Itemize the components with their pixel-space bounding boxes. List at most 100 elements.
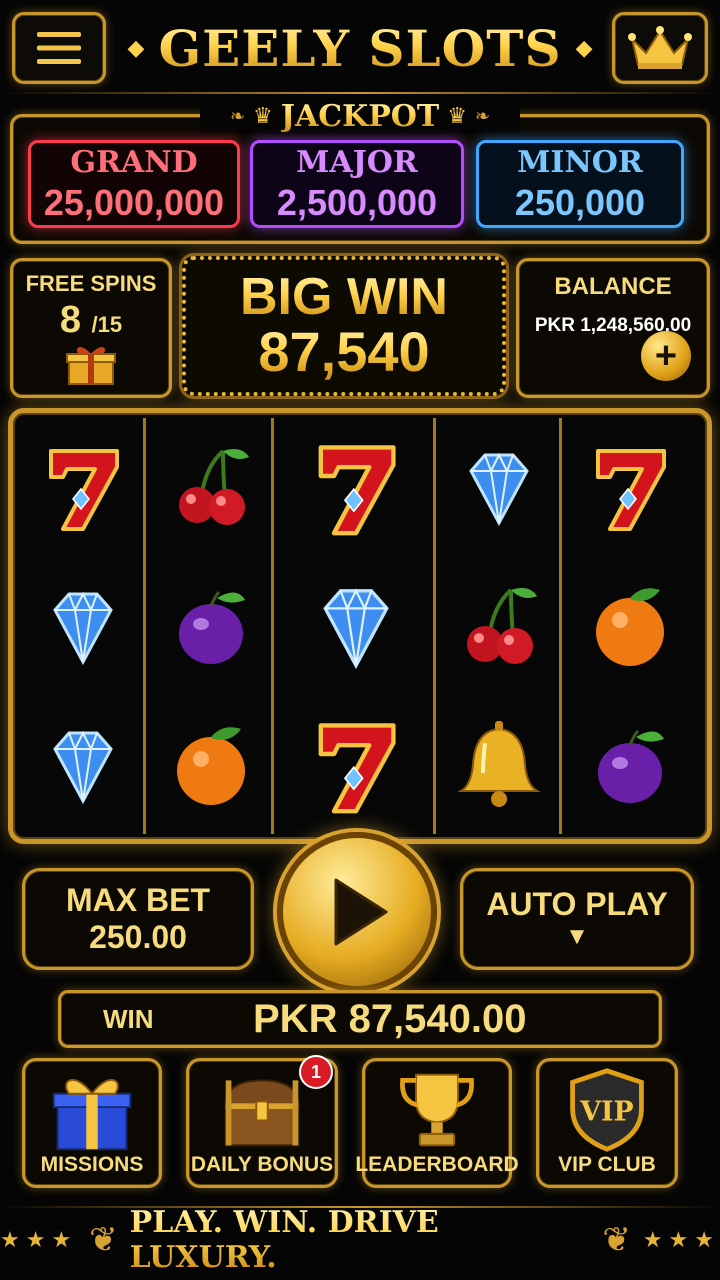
jackpot-grand-name: GRAND	[70, 144, 198, 180]
reel-symbol-seven	[28, 427, 138, 547]
reel-symbol-orange	[575, 566, 685, 686]
max-bet-label: MAX BET	[66, 882, 210, 919]
jackpot-major: MAJOR 2,500,000	[250, 140, 464, 228]
auto-play-button[interactable]: AUTO PLAY ▼	[460, 868, 694, 970]
jackpot-label: JACKPOT	[280, 98, 440, 134]
reel-symbol-plum	[156, 566, 266, 686]
crown-small-icon: ♛	[447, 103, 467, 128]
sparkle-icon: ◆	[127, 35, 145, 60]
reel-1	[22, 418, 146, 834]
dropdown-arrow-icon: ▼	[565, 923, 589, 951]
nav-leaderboard[interactable]: LEADERBOARD	[355, 1058, 519, 1188]
jackpot-major-value: 2,500,000	[276, 181, 438, 223]
auto-play-label: AUTO PLAY	[486, 886, 668, 923]
free-spins-count: 8	[59, 299, 81, 341]
jackpot-minor: MINOR 250,000	[476, 140, 684, 228]
trophy-icon	[400, 1073, 474, 1147]
orange-icon	[176, 726, 245, 805]
footer-tagline-bar: ★★★ ❦ PLAY. WIN. DRIVE LUXURY. ❦ ★★★	[0, 1205, 720, 1275]
sparkle-icon: ◆	[575, 35, 593, 60]
max-bet-value: 250.00	[89, 919, 187, 955]
seven-icon	[318, 722, 396, 814]
bell-icon	[456, 720, 541, 807]
nav-label: MISSIONS	[40, 1153, 144, 1176]
jackpot-grand: GRAND 25,000,000	[28, 140, 240, 228]
crown-small-icon: ♛	[253, 103, 273, 128]
treasure-chest-icon	[224, 1079, 300, 1147]
seven-icon	[318, 445, 396, 536]
balance-panel: BALANCE PKR 1,248,560.00 +	[516, 258, 710, 398]
reel-symbol-seven	[301, 427, 411, 547]
win-value: PKR 87,540.00	[253, 996, 527, 1041]
spin-button[interactable]	[277, 832, 437, 992]
crown-icon	[628, 26, 692, 69]
reel-symbol-diamond	[28, 705, 138, 825]
app-title: GEELY SLOTS	[158, 18, 562, 78]
reel-symbol-bell	[444, 705, 554, 825]
diamond-icon	[52, 591, 113, 666]
orange-icon	[596, 588, 664, 666]
gift-icon	[66, 347, 116, 385]
stars-icon: ★★★	[0, 1227, 78, 1252]
nav-missions[interactable]: MISSIONS	[22, 1058, 162, 1188]
play-icon	[334, 878, 388, 946]
cherry-icon	[466, 587, 537, 664]
plum-icon	[178, 590, 245, 664]
footer-tagline: PLAY. WIN. DRIVE LUXURY.	[130, 1205, 591, 1275]
notification-badge: 1	[299, 1055, 333, 1089]
menu-button[interactable]	[12, 12, 106, 84]
vip-shield-icon: VIP	[570, 1068, 644, 1152]
big-win-amount: 87,540	[258, 319, 430, 383]
reel-3	[278, 418, 436, 834]
big-win-label: BIG WIN	[240, 267, 448, 326]
seven-icon	[596, 449, 666, 532]
laurel-left-icon: ❦	[89, 1221, 118, 1259]
header-divider	[0, 92, 720, 94]
free-spins-panel: FREE SPINS 8 /15	[10, 258, 172, 398]
seven-icon	[48, 449, 119, 532]
laurel-left-icon: ❧	[229, 105, 246, 126]
nav-label: DAILY BONUS	[190, 1153, 334, 1176]
vip-shield-text: VIP	[579, 1097, 633, 1128]
reel-symbol-diamond	[444, 427, 554, 547]
stars-icon: ★★★	[642, 1227, 720, 1252]
balance-label: BALANCE	[554, 273, 672, 300]
plum-icon	[598, 729, 664, 803]
laurel-right-icon: ❧	[474, 105, 491, 126]
jackpot-grand-value: 25,000,000	[43, 181, 225, 223]
reel-4	[438, 418, 562, 834]
nav-label: LEADERBOARD	[355, 1153, 519, 1176]
win-label: WIN	[103, 1003, 154, 1034]
reel-symbol-seven	[301, 705, 411, 825]
diamond-icon	[468, 453, 529, 527]
add-funds-button[interactable]: +	[641, 331, 691, 381]
max-bet-button[interactable]: MAX BET 250.00	[22, 868, 254, 970]
hamburger-menu-icon	[37, 32, 81, 64]
cherry-icon	[178, 449, 249, 526]
reel-5	[566, 418, 694, 834]
jackpot-minor-name: MINOR	[517, 144, 643, 180]
nav-vip-club[interactable]: VIP VIP CLUB	[536, 1058, 678, 1188]
reel-symbol-cherry	[156, 427, 266, 547]
jackpot-minor-value: 250,000	[514, 181, 646, 223]
vip-crown-button[interactable]	[612, 12, 708, 84]
big-win-banner: BIG WIN 87,540	[182, 256, 506, 396]
laurel-right-icon: ❦	[602, 1221, 631, 1259]
nav-label: VIP CLUB	[558, 1153, 656, 1176]
reel-symbol-diamond	[28, 566, 138, 686]
jackpot-header: ❧ ♛ JACKPOT ♛ ❧	[200, 98, 520, 134]
reel-2	[150, 418, 274, 834]
diamond-icon	[322, 588, 389, 670]
diamond-icon	[52, 730, 113, 804]
gift-box-icon	[52, 1079, 132, 1151]
reel-symbol-orange	[156, 705, 266, 825]
reel-symbol-plum	[575, 705, 685, 825]
reel-symbol-diamond	[301, 566, 411, 686]
plus-icon: +	[654, 335, 678, 377]
nav-daily-bonus[interactable]: 1 DAILY BONUS	[186, 1055, 338, 1188]
win-display: WIN PKR 87,540.00	[58, 990, 662, 1048]
free-spins-label: FREE SPINS	[25, 271, 157, 296]
jackpot-major-name: MAJOR	[296, 144, 418, 180]
app-title-bar: ◆ GEELY SLOTS ◆	[120, 14, 600, 82]
reel-symbol-cherry	[444, 566, 554, 686]
